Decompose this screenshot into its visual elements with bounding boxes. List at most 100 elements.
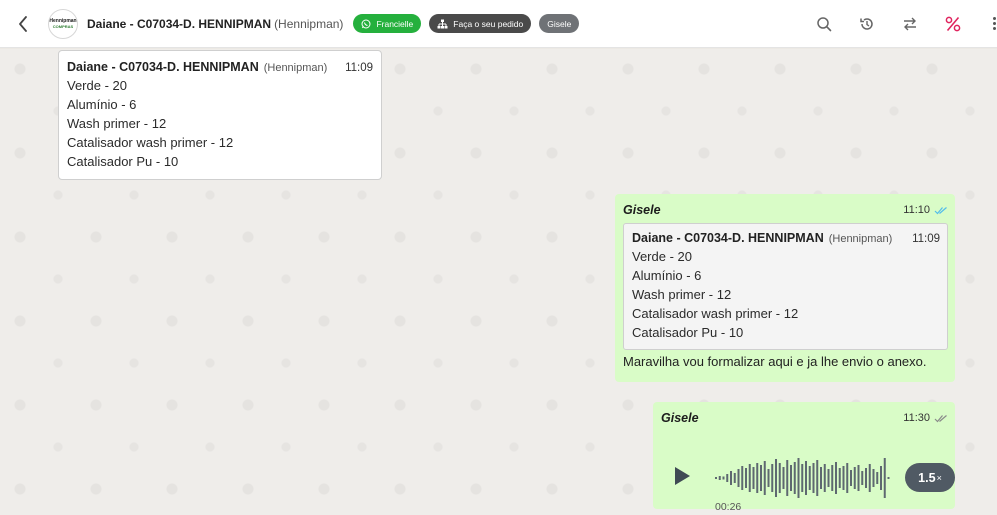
message-header: Daiane - C07034-D. HENNIPMAN (Hennipman)… xyxy=(67,60,373,74)
waveform-bar xyxy=(790,465,792,491)
read-ticks-icon xyxy=(934,206,947,214)
contact-subtitle: (Hennipman) xyxy=(274,16,344,31)
waveform-bar xyxy=(876,472,879,484)
message-meta: 11:30 xyxy=(903,412,948,424)
incoming-message[interactable]: Daiane - C07034-D. HENNIPMAN (Hennipman)… xyxy=(58,50,382,180)
audio-player: 00:26 1.5 × xyxy=(661,425,955,513)
waveform-bar xyxy=(767,469,770,487)
user-chip-label: Gisele xyxy=(547,18,572,29)
contact-name[interactable]: Daiane - C07034-D. HENNIPMAN (Hennipman) xyxy=(87,17,343,31)
waveform-bar xyxy=(883,458,886,498)
playback-speed-value: 1.5 xyxy=(918,470,936,485)
waveform-bar xyxy=(763,461,766,495)
message-time: 11:30 xyxy=(903,412,930,424)
history-icon[interactable] xyxy=(857,14,877,34)
waveform-bar xyxy=(775,459,777,497)
quoted-sender: Daiane - C07034-D. HENNIPMAN xyxy=(632,231,824,245)
waveform-bar xyxy=(741,466,744,490)
quoted-line: Catalisador wash primer - 12 xyxy=(632,306,799,321)
message-header: Gisele 11:30 xyxy=(661,411,948,425)
waveform-bar xyxy=(760,465,762,491)
message-line: Alumínio - 6 xyxy=(67,97,137,112)
play-icon[interactable] xyxy=(673,466,693,488)
waveform-bar xyxy=(808,466,811,490)
read-ticks-icon xyxy=(934,414,947,422)
waveform-bar xyxy=(718,476,721,480)
playback-speed-button[interactable]: 1.5 × xyxy=(905,463,955,492)
whatsapp-icon xyxy=(361,19,371,28)
waveform-bar xyxy=(730,471,732,485)
quoted-line: Verde - 20 xyxy=(632,249,692,264)
waveform-bar xyxy=(842,466,845,490)
waveform-bar xyxy=(835,462,837,494)
avatar[interactable]: Hennipman COMPRAS xyxy=(48,8,78,39)
outgoing-audio-message[interactable]: Gisele 11:30 00:26 1.5 × xyxy=(653,402,955,513)
audio-duration: 00:26 xyxy=(715,501,742,513)
message-sender: Daiane - C07034-D. HENNIPMAN xyxy=(67,60,259,74)
waveform-bar xyxy=(771,464,774,492)
waveform-bar xyxy=(748,464,751,492)
order-chip[interactable]: Faça o seu pedido xyxy=(429,14,532,33)
waveform-bar xyxy=(745,468,747,488)
waveform-bar xyxy=(831,465,834,491)
agent-chip[interactable]: Francielle xyxy=(353,14,422,33)
quoted-line: Wash primer - 12 xyxy=(632,287,732,302)
waveform-bar xyxy=(865,468,867,488)
waveform-bar xyxy=(801,464,804,492)
order-chip-label: Faça o seu pedido xyxy=(453,18,524,29)
waveform-bar xyxy=(868,464,871,492)
outgoing-reply-message[interactable]: Gisele 11:10 Daiane - C07034-D. HENNIPMA… xyxy=(615,194,955,382)
contact-name-text: Daiane - C07034-D. HENNIPMAN xyxy=(87,16,272,31)
waveform-bar xyxy=(820,467,822,489)
quoted-time: 11:09 xyxy=(912,233,940,245)
waveform-bar xyxy=(793,462,796,494)
waveform-bar xyxy=(838,468,841,488)
waveform-bar xyxy=(726,474,729,482)
waveform-bar xyxy=(887,477,890,479)
quoted-sender-sub: (Hennipman) xyxy=(828,233,893,245)
message-line: Verde - 20 xyxy=(67,78,127,93)
avatar-line2: COMPRAS xyxy=(52,24,74,29)
waveform-bar xyxy=(733,473,736,483)
waveform-bar xyxy=(872,469,875,487)
waveform-bar xyxy=(752,467,755,489)
waveform-bar xyxy=(782,467,785,489)
message-sender: Gisele xyxy=(623,203,661,217)
audio-waveform[interactable] xyxy=(714,455,894,501)
waveform-bar xyxy=(797,458,800,498)
chat-header: Hennipman COMPRAS Daiane - C07034-D. HEN… xyxy=(0,0,997,48)
search-icon[interactable] xyxy=(814,14,834,34)
waveform-bar xyxy=(778,463,781,493)
quoted-line: Catalisador Pu - 10 xyxy=(632,325,744,340)
waveform-bar xyxy=(756,463,759,493)
message-header: Gisele 11:10 xyxy=(623,203,948,217)
waveform-bar xyxy=(737,469,740,487)
message-sender: Gisele xyxy=(661,411,699,425)
waveform-bar xyxy=(816,460,819,496)
transfer-icon[interactable] xyxy=(900,14,920,34)
waveform-bar xyxy=(715,477,717,479)
percent-icon[interactable] xyxy=(943,14,963,34)
waveform-bar xyxy=(827,469,830,487)
quoted-message[interactable]: Daiane - C07034-D. HENNIPMAN (Hennipman)… xyxy=(623,223,948,350)
message-line: Catalisador wash primer - 12 xyxy=(67,135,234,150)
sitemap-icon xyxy=(437,19,448,28)
waveform-bar xyxy=(722,476,725,480)
more-icon[interactable] xyxy=(993,17,997,32)
message-time: 11:09 xyxy=(345,62,373,74)
chat-area: Daiane - C07034-D. HENNIPMAN (Hennipman)… xyxy=(0,49,997,515)
playback-speed-suffix: × xyxy=(936,472,942,483)
waveform-bar xyxy=(857,465,860,491)
waveform-bar xyxy=(861,471,864,485)
message-sender-sub: (Hennipman) xyxy=(263,62,328,74)
quoted-line: Alumínio - 6 xyxy=(632,268,702,283)
message-time: 11:10 xyxy=(903,204,930,216)
message-text: Maravilha vou formalizar aqui e ja lhe e… xyxy=(623,354,927,369)
waveform-bar xyxy=(823,464,826,492)
agent-chip-label: Francielle xyxy=(376,18,414,29)
message-line: Catalisador Pu - 10 xyxy=(67,154,179,169)
quoted-header: Daiane - C07034-D. HENNIPMAN (Hennipman)… xyxy=(632,231,940,245)
user-chip[interactable]: Gisele xyxy=(539,14,580,33)
message-meta: 11:10 xyxy=(903,204,948,216)
back-arrow-icon[interactable] xyxy=(12,13,34,35)
